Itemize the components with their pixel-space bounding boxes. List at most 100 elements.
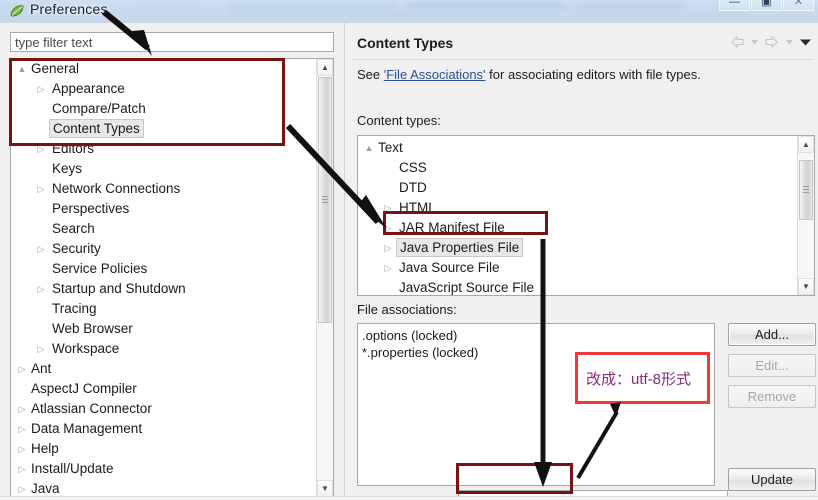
chevron-right-icon[interactable]: ▷ (36, 139, 46, 159)
maximize-button[interactable]: ▣ (751, 0, 782, 11)
window-title: Preferences (30, 1, 108, 17)
sidebar-item-install-update[interactable]: ▷ Install/Update (11, 459, 316, 479)
chevron-right-icon[interactable]: ▷ (36, 179, 46, 199)
sidebar-item-perspectives[interactable]: Perspectives (11, 199, 316, 219)
sidebar-item-security[interactable]: ▷ Security (11, 239, 316, 259)
sidebar-item-label: Compare/Patch (52, 101, 146, 116)
chevron-right-icon[interactable]: ▷ (17, 419, 27, 439)
chevron-right-icon[interactable]: ▷ (17, 439, 27, 459)
sidebar-item-content-types[interactable]: Content Types (11, 119, 316, 139)
page-title: Content Types (357, 35, 454, 51)
sidebar-item-network-connections[interactable]: ▷ Network Connections (11, 179, 316, 199)
back-dropdown-icon[interactable] (748, 34, 761, 50)
chevron-right-icon[interactable]: ▲ (364, 138, 374, 158)
scroll-up-icon[interactable]: ▲ (317, 59, 333, 76)
content-type-item-css[interactable]: CSS (358, 158, 796, 178)
content-type-item-java-properties-file[interactable]: ▷ Java Properties File (358, 238, 796, 258)
sidebar-item-label: Workspace (52, 341, 120, 356)
forward-icon[interactable] (763, 34, 781, 50)
sidebar-item-startup-and-shutdown[interactable]: ▷ Startup and Shutdown (11, 279, 316, 299)
forward-dropdown-icon[interactable] (783, 34, 796, 50)
chevron-right-icon[interactable]: ▷ (17, 459, 27, 479)
sidebar-item-java[interactable]: ▷ Java (11, 479, 316, 497)
hint-suffix: for associating editors with file types. (485, 67, 701, 82)
sidebar-item-tracing[interactable]: Tracing (11, 299, 316, 319)
content-types-tree[interactable]: ▲ Text CSS DTD ▷ HTML ▷ JAR Manifest File ▷ Java … (357, 135, 815, 296)
page-toolbar[interactable] (728, 34, 811, 50)
sidebar-item-compare-patch[interactable]: Compare/Patch (11, 99, 316, 119)
sidebar-item-label: Content Types (49, 119, 144, 138)
leaf-icon (9, 3, 25, 19)
sidebar-item-keys[interactable]: Keys (11, 159, 316, 179)
scroll-down-icon[interactable]: ▼ (317, 480, 333, 497)
scroll-thumb[interactable] (318, 77, 332, 323)
filter-input[interactable]: type filter text (10, 32, 334, 52)
chevron-right-icon[interactable]: ▷ (36, 239, 46, 259)
content-type-item-jar-manifest-file[interactable]: ▷ JAR Manifest File (358, 218, 796, 238)
preferences-tree[interactable]: ▲ General ▷ Appearance Compare/Patch Content … (10, 58, 334, 498)
sidebar-item-workspace[interactable]: ▷ Workspace (11, 339, 316, 359)
remove-button[interactable]: Remove (728, 385, 816, 408)
back-icon[interactable] (728, 34, 746, 50)
chevron-right-icon[interactable]: ▷ (383, 198, 393, 218)
content-type-item-dtd[interactable]: DTD (358, 178, 796, 198)
sidebar-item-service-policies[interactable]: Service Policies (11, 259, 316, 279)
window-controls[interactable]: — ▣ ✕ (719, 0, 814, 11)
chevron-right-icon[interactable]: ▷ (17, 359, 27, 379)
minimize-button[interactable]: — (719, 0, 750, 11)
chevron-right-icon[interactable]: ▷ (383, 238, 393, 258)
sidebar-item-ant[interactable]: ▷ Ant (11, 359, 316, 379)
preferences-tree-list: ▲ General ▷ Appearance Compare/Patch Content … (11, 59, 316, 497)
sidebar-item-web-browser[interactable]: Web Browser (11, 319, 316, 339)
chevron-right-icon[interactable]: ▷ (17, 479, 27, 497)
dialog-window: Preferences — ▣ ✕ type filter text ▲ Gene… (0, 0, 818, 500)
sidebar-item-label: Editors (52, 141, 95, 156)
sidebar-item-appearance[interactable]: ▷ Appearance (11, 79, 316, 99)
content-type-item-text[interactable]: ▲ Text (358, 138, 796, 158)
sidebar-item-label: Help (31, 441, 59, 456)
list-item[interactable]: *.properties (locked) (362, 344, 714, 361)
content-types-page: Content Types See 'File Associations' fo… (344, 23, 818, 500)
ct-scroll-up-icon[interactable]: ▲ (798, 136, 814, 153)
file-associations-list[interactable]: .options (locked) *.properties (locked) (357, 323, 715, 486)
sidebar-item-help[interactable]: ▷ Help (11, 439, 316, 459)
chevron-right-icon[interactable]: ▷ (36, 79, 46, 99)
view-menu-icon[interactable] (798, 34, 811, 50)
ct-scroll-thumb[interactable] (799, 160, 813, 220)
content-type-item-html[interactable]: ▷ HTML (358, 198, 796, 218)
dialog-body: type filter text ▲ General ▷ Appearance Comp… (0, 22, 818, 500)
content-type-label: HTML (399, 200, 436, 215)
close-button[interactable]: ✕ (783, 0, 814, 11)
tree-scrollbar[interactable]: ▲ ▼ (316, 59, 333, 497)
content-types-scrollbar[interactable]: ▲ ▼ (797, 136, 814, 295)
content-type-label: JavaScript Source File (399, 280, 535, 295)
chevron-down-icon[interactable]: ▲ (17, 59, 27, 79)
chevron-right-icon[interactable]: ▷ (36, 279, 46, 299)
chevron-right-icon[interactable]: ▷ (383, 258, 393, 278)
content-type-label: Text (378, 140, 403, 155)
title-separator (353, 59, 813, 60)
content-type-item-java-source-file[interactable]: ▷ Java Source File (358, 258, 796, 278)
chevron-right-icon[interactable]: ▷ (383, 218, 393, 238)
file-associations-link[interactable]: 'File Associations' (384, 67, 486, 82)
sidebar-item-search[interactable]: Search (11, 219, 316, 239)
content-type-label: CSS (399, 160, 427, 175)
sidebar-item-editors[interactable]: ▷ Editors (11, 139, 316, 159)
sidebar-item-atlassian-connector[interactable]: ▷ Atlassian Connector (11, 399, 316, 419)
list-item[interactable]: .options (locked) (362, 327, 714, 344)
add-button[interactable]: Add... (728, 323, 816, 346)
chevron-right-icon[interactable]: ▷ (17, 399, 27, 419)
chevron-right-icon[interactable]: ▷ (36, 339, 46, 359)
update-button[interactable]: Update (728, 468, 816, 491)
content-type-item-javascript-source-file[interactable]: JavaScript Source File (358, 278, 796, 295)
sidebar-item-aspectj-compiler[interactable]: AspectJ Compiler (11, 379, 316, 399)
sidebar-item-label: General (31, 61, 80, 76)
sidebar-item-data-management[interactable]: ▷ Data Management (11, 419, 316, 439)
ct-scroll-down-icon[interactable]: ▼ (798, 278, 814, 295)
sidebar-item-label: Java (31, 481, 60, 496)
edit-button[interactable]: Edit... (728, 354, 816, 377)
sidebar-item-general[interactable]: ▲ General (11, 59, 316, 79)
